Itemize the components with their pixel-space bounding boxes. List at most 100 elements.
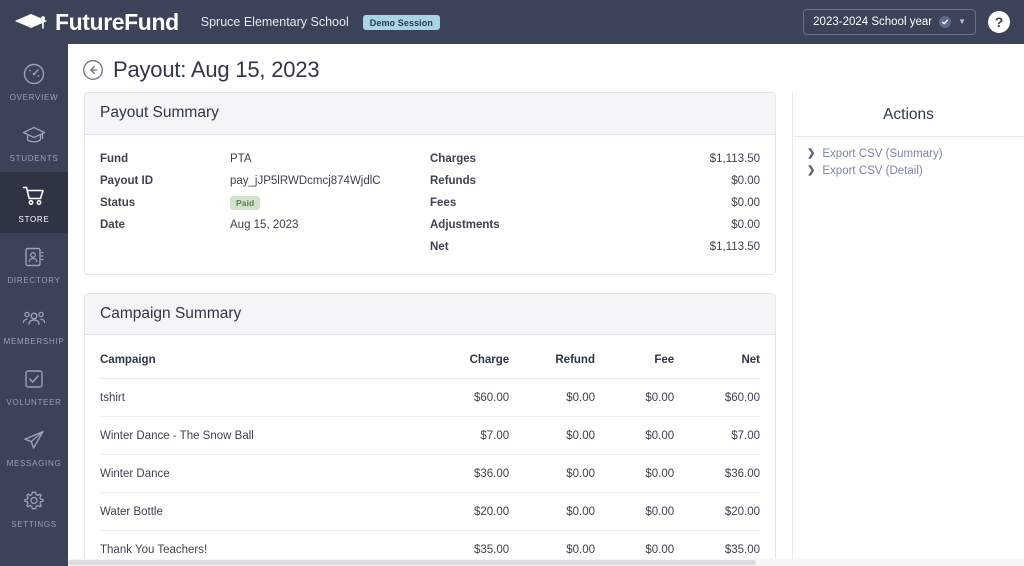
column-header-campaign[interactable]: Campaign bbox=[100, 348, 417, 380]
top-bar: FutureFund Spruce Elementary School Demo… bbox=[0, 0, 1024, 44]
payout-row-date: Date Aug 15, 2023 bbox=[100, 214, 418, 236]
campaign-table-header-row: Campaign Charge Refund Fee Net bbox=[100, 348, 760, 380]
app-root: FutureFund Spruce Elementary School Demo… bbox=[0, 0, 1024, 566]
cell-charge: $60.00 bbox=[416, 378, 510, 418]
payout-label-fees: Fees bbox=[430, 196, 457, 209]
column-header-charge[interactable]: Charge bbox=[416, 348, 510, 380]
sidebar-item-settings[interactable]: Settings bbox=[0, 477, 68, 538]
demo-session-badge: Demo Session bbox=[362, 14, 440, 30]
payout-summary-body: Fund PTA Payout ID pay_jJP5lRWDcmcj874Wj… bbox=[85, 135, 775, 274]
campaign-table-body: tshirt $60.00 $0.00 $0.00 $60.00 Winter … bbox=[100, 378, 760, 566]
sidebar-label-messaging: Messaging bbox=[6, 459, 62, 468]
cell-fee: $0.00 bbox=[594, 492, 675, 532]
payout-summary-left: Fund PTA Payout ID pay_jJP5lRWDcmcj874Wj… bbox=[100, 148, 430, 258]
table-row[interactable]: Winter Dance $36.00 $0.00 $0.00 $36.00 bbox=[100, 454, 760, 494]
arrow-left-circle-icon[interactable] bbox=[82, 59, 104, 81]
action-label-export-csv-summary: Export CSV (Summary) bbox=[822, 147, 943, 160]
content-left-column: Payout Summary Fund PTA Payout ID pay_jJ… bbox=[68, 92, 792, 566]
shopping-cart-icon bbox=[21, 183, 47, 209]
payout-label-net: Net bbox=[430, 240, 449, 253]
sidebar-item-membership[interactable]: Membership bbox=[0, 294, 68, 355]
help-button[interactable]: ? bbox=[988, 11, 1010, 33]
chevron-down-icon: ▼ bbox=[958, 17, 966, 26]
cell-refund: $0.00 bbox=[509, 492, 595, 532]
cell-fee: $0.00 bbox=[594, 378, 675, 418]
sidebar-item-volunteer[interactable]: Volunteer bbox=[0, 355, 68, 416]
payout-label-charges: Charges bbox=[430, 152, 477, 165]
sidebar-item-students[interactable]: Students bbox=[0, 111, 68, 172]
sidebar-item-messaging[interactable]: Messaging bbox=[0, 416, 68, 477]
campaign-summary-title: Campaign Summary bbox=[100, 304, 242, 322]
payout-summary-title: Payout Summary bbox=[100, 104, 219, 122]
scrollbar-thumb[interactable] bbox=[68, 560, 757, 565]
page-title: Payout: Aug 15, 2023 bbox=[113, 57, 320, 82]
payout-label-date: Date bbox=[100, 218, 125, 231]
actions-panel: Actions ❯ Export CSV (Summary) ❯ Export … bbox=[792, 92, 1024, 566]
action-label-export-csv-detail: Export CSV (Detail) bbox=[822, 164, 923, 177]
gear-icon bbox=[21, 488, 47, 514]
gauge-icon bbox=[21, 61, 47, 87]
sidebar-label-directory: Directory bbox=[7, 276, 61, 285]
brand-logo[interactable]: FutureFund bbox=[14, 10, 179, 34]
payout-value-status: Paid bbox=[230, 195, 418, 211]
sidebar-item-store[interactable]: Store bbox=[0, 172, 68, 233]
check-square-icon bbox=[21, 366, 47, 392]
people-group-icon bbox=[21, 305, 47, 331]
school-year-label: 2023-2024 School year bbox=[813, 16, 933, 28]
payout-label-status: Status bbox=[100, 196, 136, 209]
campaign-table: Campaign Charge Refund Fee Net tshirt $6… bbox=[100, 348, 760, 566]
payout-value-payout-id: pay_jJP5lRWDcmcj874WjdlC bbox=[230, 174, 381, 187]
column-header-net[interactable]: Net bbox=[674, 348, 760, 380]
horizontal-scrollbar[interactable] bbox=[68, 559, 1024, 566]
cell-net: $20.00 bbox=[674, 492, 760, 532]
cell-fee: $0.00 bbox=[594, 416, 675, 456]
table-row[interactable]: tshirt $60.00 $0.00 $0.00 $60.00 bbox=[100, 378, 760, 418]
brand-name: FutureFund bbox=[55, 8, 179, 35]
table-row[interactable]: Water Bottle $20.00 $0.00 $0.00 $20.00 bbox=[100, 492, 760, 532]
cell-campaign: Winter Dance - The Snow Ball bbox=[100, 416, 417, 456]
school-name: Spruce Elementary School bbox=[200, 15, 349, 29]
payout-summary-grid: Fund PTA Payout ID pay_jJP5lRWDcmcj874Wj… bbox=[100, 148, 760, 258]
sidebar-label-volunteer: Volunteer bbox=[6, 398, 62, 407]
sidebar-label-store: Store bbox=[18, 215, 50, 224]
status-badge: Paid bbox=[230, 195, 261, 211]
page-header: Payout: Aug 15, 2023 bbox=[68, 44, 1024, 92]
actions-title: Actions bbox=[793, 106, 1024, 138]
sidebar-item-overview[interactable]: Overview bbox=[0, 50, 68, 111]
cell-charge: $36.00 bbox=[416, 454, 510, 494]
table-row[interactable]: Winter Dance - The Snow Ball $7.00 $0.00… bbox=[100, 416, 760, 456]
chevron-right-icon: ❯ bbox=[807, 147, 816, 159]
campaign-table-head: Campaign Charge Refund Fee Net bbox=[100, 348, 760, 380]
graduation-cap-icon bbox=[21, 122, 47, 148]
payout-row-payout-id: Payout ID pay_jJP5lRWDcmcj874WjdlC bbox=[100, 170, 418, 192]
sidebar-label-membership: Membership bbox=[3, 337, 65, 346]
payout-label-refunds: Refunds bbox=[430, 174, 476, 187]
cell-net: $60.00 bbox=[674, 378, 760, 418]
action-export-csv-summary[interactable]: ❯ Export CSV (Summary) bbox=[807, 145, 1024, 162]
top-bar-right: 2023-2024 School year ▼ ? bbox=[803, 9, 1010, 35]
school-year-selector[interactable]: 2023-2024 School year ▼ bbox=[803, 9, 976, 35]
graduation-cap-icon bbox=[14, 10, 48, 34]
contact-card-icon bbox=[21, 244, 47, 270]
cell-net: $36.00 bbox=[674, 454, 760, 494]
paper-plane-icon bbox=[21, 427, 47, 453]
payout-row-status: Status Paid bbox=[100, 192, 418, 214]
cell-charge: $7.00 bbox=[416, 416, 510, 456]
payout-value-fees: $0.00 bbox=[731, 196, 760, 209]
cell-refund: $0.00 bbox=[509, 378, 595, 418]
cell-net: $7.00 bbox=[674, 416, 760, 456]
cell-charge: $20.00 bbox=[416, 492, 510, 532]
sidebar-nav: Overview Students bbox=[0, 44, 68, 566]
payout-value-refunds: $0.00 bbox=[731, 174, 760, 187]
payout-summary-right: Charges $1,113.50 Refunds $0.00 Fees $0.… bbox=[430, 148, 760, 258]
sidebar-item-directory[interactable]: Directory bbox=[0, 233, 68, 294]
campaign-summary-body: Campaign Charge Refund Fee Net tshirt $6… bbox=[85, 335, 775, 566]
main-content: Payout: Aug 15, 2023 Payout Summary Fund… bbox=[68, 44, 1024, 566]
cell-fee: $0.00 bbox=[594, 454, 675, 494]
payout-row-refunds: Refunds $0.00 bbox=[430, 170, 760, 192]
action-export-csv-detail[interactable]: ❯ Export CSV (Detail) bbox=[807, 162, 1024, 179]
column-header-fee[interactable]: Fee bbox=[594, 348, 675, 380]
campaign-summary-card: Campaign Summary Campaign Charge Refund … bbox=[84, 292, 776, 566]
payout-row-fees: Fees $0.00 bbox=[430, 192, 760, 214]
column-header-refund[interactable]: Refund bbox=[509, 348, 595, 380]
